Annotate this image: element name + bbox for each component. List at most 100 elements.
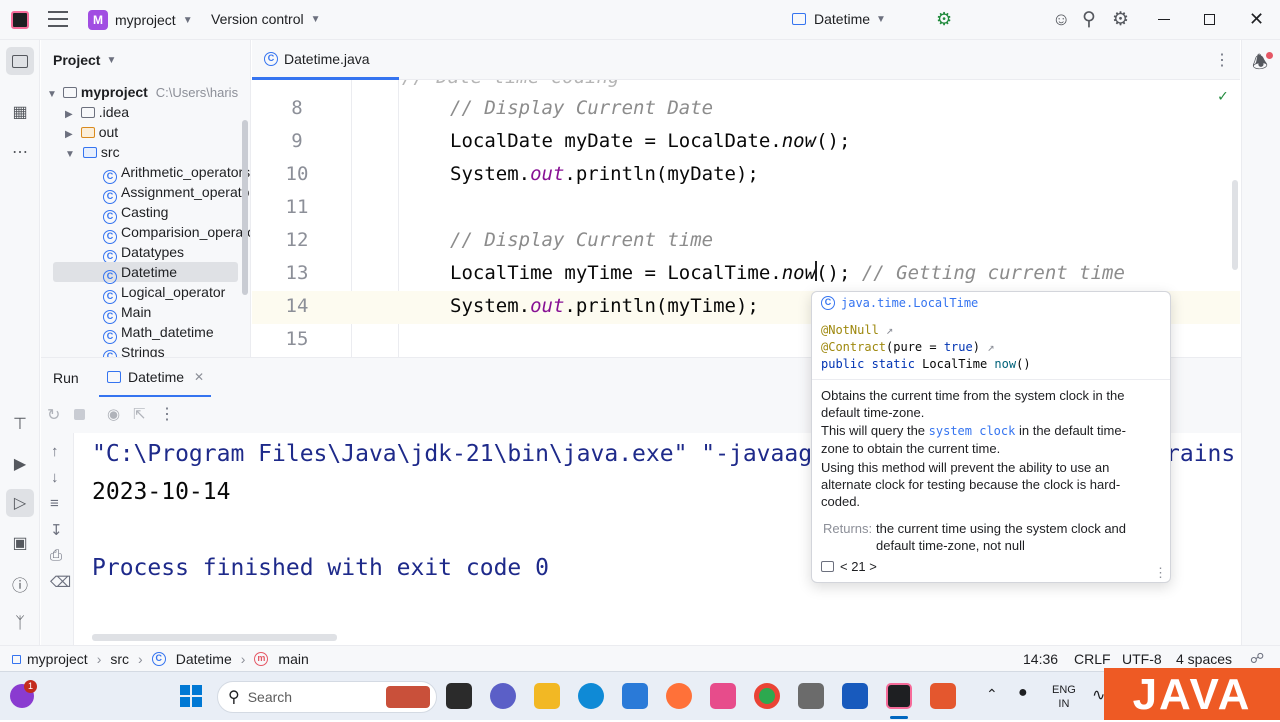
close-icon[interactable]: ✕	[1249, 9, 1264, 30]
line-number: 10	[285, 163, 309, 185]
run-config-label: Datetime	[814, 11, 871, 27]
file-explorer-icon[interactable]	[534, 683, 560, 709]
tree-item-out[interactable]: ▶ out	[65, 122, 118, 142]
tree-item-label: Comparision_operato	[121, 224, 251, 240]
breadcrumb-item[interactable]: src	[110, 651, 129, 667]
git-tool-icon[interactable]: ᛉ	[6, 610, 34, 638]
code-line: System.out.println(myTime);	[450, 295, 759, 317]
tree-root-path: C:\Users\haris	[155, 85, 239, 100]
tree-item-class-selected[interactable]: C Datetime	[103, 262, 177, 284]
minimize-icon[interactable]	[1158, 19, 1170, 20]
console-line: Process finished with exit code 0	[92, 555, 549, 581]
tree-item-class[interactable]: C Main	[103, 302, 151, 324]
tree-item-class[interactable]: C Casting	[103, 202, 168, 224]
problems-tool-icon[interactable]: ⓘ	[6, 570, 34, 598]
line-number: 12	[285, 229, 309, 251]
version-control-widget[interactable]: Version control ▼	[211, 11, 321, 27]
project-scrollbar[interactable]	[242, 120, 248, 295]
project-widget[interactable]: M myproject ▼	[88, 9, 193, 31]
tree-item-class[interactable]: C Math_datetime	[103, 322, 214, 344]
arrow-up-icon[interactable]: ↑	[51, 443, 59, 460]
maximize-icon[interactable]	[1204, 14, 1215, 25]
add-user-icon[interactable]: ☺	[1052, 9, 1070, 30]
tray-chevron-up-icon[interactable]: ⌃	[986, 686, 998, 703]
project-tool-icon[interactable]	[6, 47, 34, 75]
popup-class-link[interactable]: java.time.LocalTime	[841, 296, 978, 310]
word-icon[interactable]	[842, 683, 868, 709]
microphone-icon[interactable]: ●	[1018, 684, 1028, 702]
settings-icon[interactable]: ⚙	[1112, 8, 1129, 31]
language-indicator[interactable]: ENG IN	[1052, 683, 1076, 711]
run-tab-datetime[interactable]: Datetime ✕	[99, 358, 211, 398]
breadcrumb-item[interactable]: main	[278, 651, 308, 667]
editor-scrollbar[interactable]	[1232, 180, 1238, 270]
tree-item-class[interactable]: C Logical_operator	[103, 282, 225, 304]
breadcrumb-item[interactable]: myproject	[27, 651, 88, 667]
breadcrumb-item[interactable]: Datetime	[176, 651, 232, 667]
intellij-logo-icon[interactable]	[11, 11, 29, 29]
structure-tool-icon[interactable]: ▦	[6, 98, 34, 126]
code-token: now	[781, 130, 817, 152]
edge-icon[interactable]	[578, 683, 604, 709]
tree-item-src[interactable]: ▼ src	[65, 142, 120, 162]
tree-item-idea[interactable]: ▶ .idea	[65, 102, 129, 122]
restore-layout-icon[interactable]: ⇱	[133, 405, 146, 423]
camtasia-icon[interactable]	[930, 683, 956, 709]
trash-icon[interactable]: ⌫	[50, 573, 71, 591]
tree-item-label: Math_datetime	[121, 324, 214, 340]
stop-icon[interactable]	[74, 409, 85, 420]
chevron-right-icon: ▶	[65, 129, 73, 140]
indent-setting[interactable]: 4 spaces	[1176, 651, 1232, 667]
returns-label: Returns:	[823, 521, 873, 536]
tree-item-class[interactable]: C Comparision_operato	[103, 222, 251, 244]
intellij-taskbar-icon[interactable]	[886, 683, 912, 709]
popup-signature: @NotNull ↗ @Contract(pure = true) ↗ publ…	[821, 322, 1031, 373]
store-icon[interactable]	[622, 683, 648, 709]
doc-code-link[interactable]: system clock	[929, 424, 1016, 438]
debug-icon[interactable]: ⚙	[936, 9, 952, 30]
file-encoding[interactable]: UTF-8	[1122, 651, 1162, 667]
lock-icon[interactable]: ☍	[1250, 650, 1264, 667]
more-tools-icon[interactable]: ⋯	[6, 138, 34, 166]
line-separator[interactable]: CRLF	[1074, 651, 1111, 667]
tree-item-class[interactable]: C Datatypes	[103, 242, 184, 264]
terminal-tool-icon[interactable]: ▣	[6, 529, 34, 557]
tree-item-label: out	[98, 124, 119, 140]
close-tab-icon[interactable]: ✕	[194, 370, 204, 384]
soft-wrap-icon[interactable]: ≡	[50, 495, 59, 512]
tree-item-class[interactable]: C Arithmetic_operators	[103, 162, 250, 184]
print-icon[interactable]: ⎙	[50, 547, 62, 564]
main-menu-icon[interactable]	[48, 11, 68, 27]
tree-item-class[interactable]: C Assignment_operator	[103, 182, 250, 204]
editor-tab-datetime[interactable]: C Datetime.java	[252, 40, 399, 80]
chevron-right-icon: ›	[96, 651, 102, 667]
folder-icon	[80, 127, 95, 138]
task-view-icon[interactable]	[446, 683, 472, 709]
snipping-tool-icon[interactable]	[710, 683, 736, 709]
scroll-to-end-icon[interactable]: ↧	[50, 521, 63, 539]
services-tool-icon[interactable]: ▶	[6, 450, 34, 478]
chat-icon[interactable]	[490, 683, 516, 709]
class-icon: C	[103, 350, 117, 357]
camera-icon[interactable]: ◉	[107, 405, 120, 423]
run-config-widget[interactable]: Datetime ▼	[792, 11, 886, 27]
taskbar-search-label: Search	[247, 689, 293, 705]
caret-position[interactable]: 14:36	[1023, 651, 1058, 667]
tree-item-class[interactable]: C Strings	[103, 342, 165, 357]
rerun-icon[interactable]: ↻	[47, 405, 60, 425]
calculator-icon[interactable]	[798, 683, 824, 709]
tree-root[interactable]: ▼ myproject C:\Users\haris	[47, 82, 238, 102]
build-tool-icon[interactable]: ⊤	[6, 410, 34, 438]
taskbar-search-box[interactable]: ⚲ Search	[217, 681, 437, 713]
console-hscrollbar[interactable]	[92, 634, 337, 641]
chrome-icon[interactable]	[754, 683, 780, 709]
more-options-icon[interactable]: ⋮	[159, 404, 175, 424]
run-tool-icon[interactable]: ▷	[6, 489, 34, 517]
arrow-down-icon[interactable]: ↓	[51, 469, 59, 486]
project-panel-header[interactable]: Project ▼	[53, 52, 116, 68]
more-options-icon[interactable]: ⋮	[1154, 565, 1167, 581]
firefox-icon[interactable]	[666, 683, 692, 709]
start-button-icon[interactable]	[180, 685, 202, 707]
more-options-icon[interactable]: ⋮	[1214, 50, 1230, 70]
search-icon[interactable]: ⚲	[1082, 8, 1096, 31]
